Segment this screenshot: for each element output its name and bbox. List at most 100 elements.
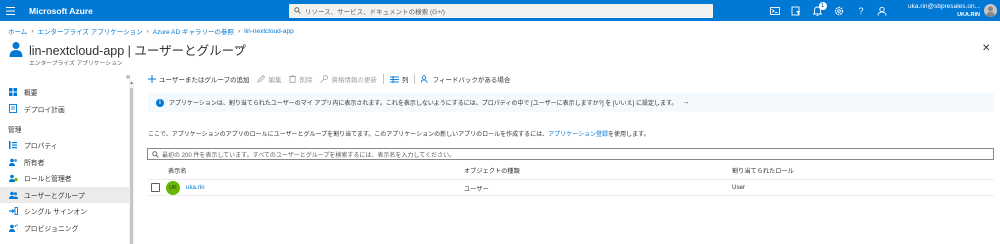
- sidebar-item-users-groups[interactable]: ユーザーとグループ: [0, 186, 130, 203]
- account-tenant: UKA.RIN: [957, 12, 980, 18]
- sidebar-item-label: ユーザーとグループ: [24, 192, 85, 200]
- toolbar-divider: [414, 74, 416, 84]
- scroll-up-icon[interactable]: ▲: [129, 80, 134, 86]
- columns-button[interactable]: 列: [389, 74, 409, 84]
- settings-icon[interactable]: [829, 0, 851, 21]
- sidebar-item-label: デプロイ計画: [24, 106, 65, 114]
- breadcrumb-home[interactable]: ホーム: [8, 26, 27, 36]
- delete-label: 削除: [299, 77, 313, 84]
- edit-label: 編集: [268, 77, 282, 84]
- scrollbar-thumb[interactable]: [130, 88, 133, 244]
- trash-icon: [289, 75, 297, 83]
- notification-badge: 1: [818, 2, 827, 10]
- update-credentials-button[interactable]: 資格情報の更新: [320, 74, 377, 84]
- svg-text:?: ?: [858, 6, 863, 16]
- description-suffix: を使用します。: [608, 132, 650, 138]
- close-button[interactable]: ✕: [982, 43, 990, 54]
- info-icon: i: [156, 98, 164, 107]
- account-info[interactable]: uka.rin@sbpresales.on... UKA.RIN: [900, 3, 980, 19]
- cloud-shell-icon[interactable]: [764, 0, 786, 21]
- chevron-right-icon: ›: [146, 27, 149, 35]
- search-users-placeholder: 最初の 200 件を表示しています。すべてのユーザーとグループを検索するには、表…: [162, 152, 456, 159]
- provisioning-icon: [8, 224, 18, 232]
- column-display-name[interactable]: 表示名: [168, 166, 187, 175]
- column-object-type[interactable]: オブジェクトの種類: [464, 166, 520, 175]
- page-subtitle: エンタープライズ アプリケーション: [29, 61, 123, 67]
- notifications-icon[interactable]: 1: [807, 0, 829, 21]
- help-icon[interactable]: ?: [850, 0, 872, 21]
- sidebar-item-label: 所有者: [24, 159, 45, 167]
- breadcrumb-gallery[interactable]: Azure AD ギャラリーの参照: [153, 26, 234, 36]
- table-header: 表示名 オブジェクトの種類 割り当てられたロール: [148, 166, 994, 178]
- breadcrumb: ホーム › エンタープライズ アプリケーション › Azure AD ギャラリー…: [8, 26, 294, 37]
- feedback-label: フィードバックがある場合: [432, 77, 511, 84]
- deployment-plan-icon: [8, 104, 18, 114]
- sidebar-item-overview[interactable]: 概要: [0, 84, 130, 101]
- global-search-input[interactable]: リソース、サービス、ドキュメントの検索 (G+/): [289, 4, 713, 18]
- sidebar-section-manage: 管理: [8, 127, 22, 134]
- search-icon: [294, 6, 301, 16]
- object-type-cell: ユーザー: [464, 186, 489, 193]
- add-user-or-group-button[interactable]: ユーザーまたはグループの追加: [148, 74, 249, 84]
- sidebar-item-label: プロパティ: [24, 143, 58, 151]
- columns-icon: [389, 75, 399, 83]
- owners-icon: [8, 158, 18, 166]
- chevron-right-icon: ›: [238, 27, 241, 35]
- portal-menu-icon[interactable]: [0, 0, 21, 21]
- chevron-right-icon: ›: [31, 27, 34, 35]
- update-credentials-label: 資格情報の更新: [331, 77, 377, 84]
- sidebar-item-label: プロビジョニング: [24, 225, 79, 233]
- search-placeholder: リソース、サービス、ドキュメントの検索 (G+/): [305, 9, 445, 16]
- breadcrumb-app[interactable]: lin-nextcloud-app: [244, 28, 294, 35]
- brand-title[interactable]: Microsoft Azure: [29, 6, 279, 16]
- column-assigned-role[interactable]: 割り当てられたロール: [732, 166, 794, 175]
- avatar: UK: [166, 181, 180, 195]
- sidebar-item-deployment-plan[interactable]: デプロイ計画: [0, 101, 130, 118]
- search-users-input[interactable]: 最初の 200 件を表示しています。すべてのユーザーとグループを検索するには、表…: [147, 148, 994, 160]
- sidebar-scrollbar[interactable]: [129, 80, 134, 244]
- plus-icon: [148, 75, 156, 83]
- sidebar-item-roles-admins[interactable]: ロールと管理者: [0, 170, 130, 187]
- app-registration-link[interactable]: アプリケーション登録: [548, 132, 608, 138]
- sidebar-item-properties[interactable]: プロパティ: [0, 137, 130, 154]
- sidebar-item-owners[interactable]: 所有者: [0, 154, 130, 171]
- page-title: lin-nextcloud-app | ユーザーとグループ: [29, 44, 246, 58]
- sidebar-item-sso[interactable]: シングル サインオン: [0, 203, 130, 220]
- feedback-button[interactable]: フィードバックがある場合: [421, 74, 510, 84]
- account-avatar[interactable]: [984, 4, 997, 17]
- users-groups-icon: [8, 191, 18, 199]
- roles-icon: [8, 174, 18, 183]
- command-bar: ユーザーまたはグループの追加 編集 削除 資格情報の更新 列 フィードバックがあ…: [148, 72, 518, 86]
- description: ここで、アプリケーションのアプリのロールにユーザーとグループを割り当てます。この…: [148, 129, 649, 138]
- description-text: ここで、アプリケーションのアプリのロールにユーザーとグループを割り当てます。この…: [148, 132, 549, 138]
- assigned-role-cell: User: [732, 184, 746, 191]
- sidebar: 概要 デプロイ計画 管理 プロパティ 所有者 ロールと管理者 ユーザーとグループ: [0, 84, 130, 236]
- top-bar: Microsoft Azure リソース、サービス、ドキュメントの検索 (G+/…: [0, 0, 1000, 21]
- delete-button[interactable]: 削除: [289, 74, 312, 84]
- arrow-right-icon[interactable]: →: [682, 99, 689, 106]
- columns-label: 列: [401, 77, 409, 84]
- directory-filter-icon[interactable]: [786, 0, 808, 21]
- info-banner[interactable]: i アプリケーションは、割り当てられたユーザーのマイ アプリ内に表示されます。こ…: [148, 93, 994, 112]
- feedback-icon[interactable]: [872, 0, 894, 21]
- key-icon: [320, 75, 329, 83]
- feedback-person-icon: [421, 75, 429, 83]
- top-icons: 1 ?: [764, 0, 893, 21]
- breadcrumb-enterprise-apps[interactable]: エンタープライズ アプリケーション: [37, 26, 142, 36]
- users-groups-title-icon: [9, 41, 23, 59]
- account-email: uka.rin@sbpresales.on...: [908, 3, 980, 10]
- edit-button[interactable]: 編集: [257, 74, 281, 84]
- add-user-label: ユーザーまたはグループの追加: [159, 77, 250, 84]
- sidebar-item-label: ロールと管理者: [24, 176, 72, 184]
- more-options-button[interactable]: …: [235, 41, 245, 51]
- sidebar-item-label: 概要: [24, 90, 38, 98]
- search-icon: [152, 150, 159, 158]
- table-row[interactable]: UK uka.rin ユーザー User: [148, 179, 994, 196]
- properties-icon: [8, 141, 18, 150]
- info-text: アプリケーションは、割り当てられたユーザーのマイ アプリ内に表示されます。これを…: [169, 101, 678, 107]
- sidebar-item-label: シングル サインオン: [24, 209, 88, 217]
- user-name-link[interactable]: uka.rin: [186, 184, 205, 191]
- overview-icon: [8, 88, 18, 97]
- row-checkbox[interactable]: [151, 183, 160, 192]
- sidebar-item-provisioning[interactable]: プロビジョニング: [0, 220, 130, 237]
